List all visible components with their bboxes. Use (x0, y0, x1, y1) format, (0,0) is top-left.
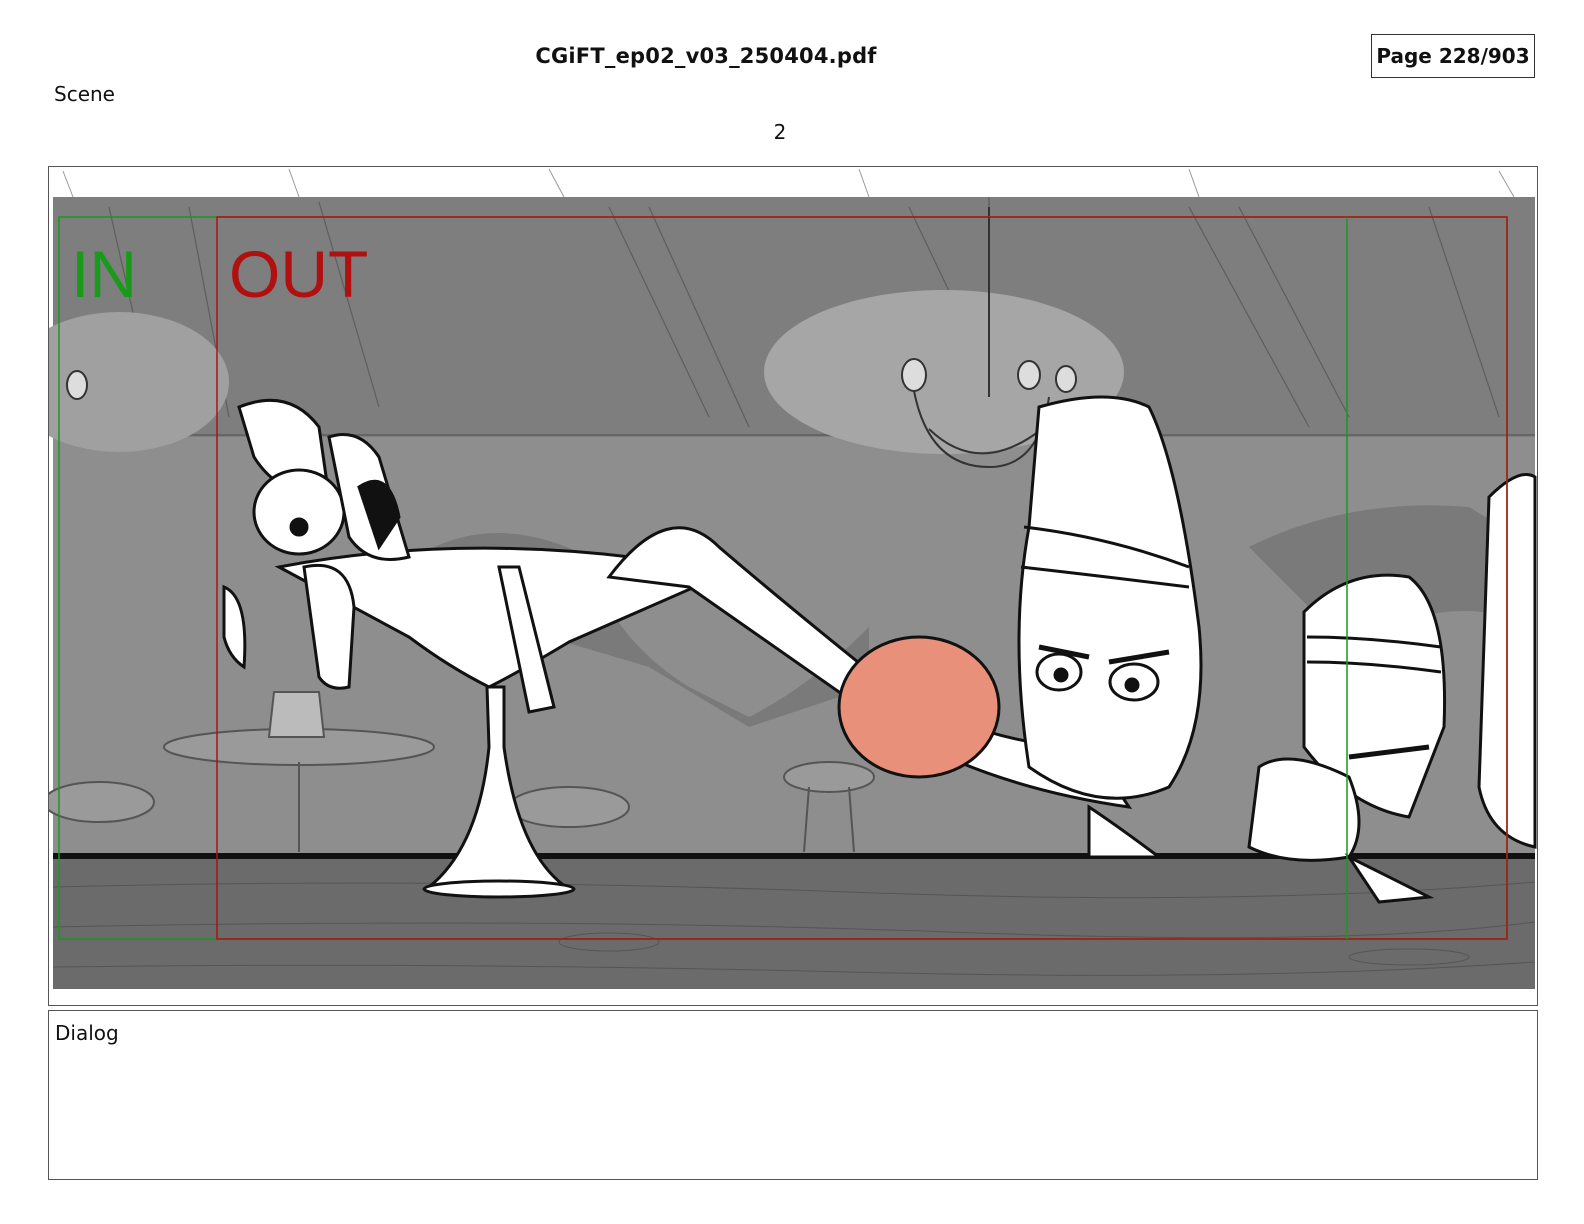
document-title: CGiFT_ep02_v03_250404.pdf (535, 44, 877, 68)
out-label: OUT (229, 237, 368, 311)
dialog-label: Dialog (55, 1021, 119, 1045)
storyboard-drawing: IN OUT (49, 167, 1537, 989)
scene-number: 2 (773, 120, 787, 144)
dialog-box: Dialog (48, 1010, 1538, 1180)
scene-label: Scene (54, 82, 115, 106)
in-label: IN (71, 237, 137, 311)
page-indicator: Page 228/903 (1371, 34, 1535, 78)
storyboard-panel: IN OUT (48, 166, 1538, 1006)
